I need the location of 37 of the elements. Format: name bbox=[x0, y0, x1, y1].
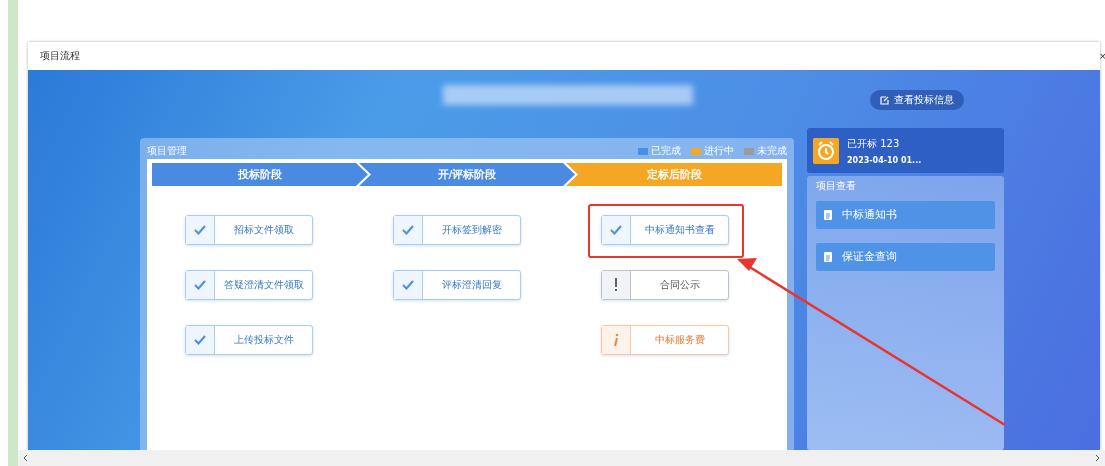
check-icon bbox=[194, 280, 206, 290]
check-icon bbox=[610, 225, 622, 235]
status-time: 2023-04-10 01... bbox=[847, 155, 922, 165]
horizontal-scrollbar[interactable] bbox=[18, 450, 1105, 466]
stage-step[interactable]: 开/评标阶段 bbox=[359, 163, 575, 186]
task-button[interactable]: 招标文件领取 bbox=[185, 215, 313, 245]
alarm-clock-icon bbox=[813, 137, 839, 164]
section-title: 项目查看 bbox=[816, 179, 857, 193]
legend-label: 未完成 bbox=[757, 144, 787, 158]
task-button[interactable]: 中标服务费 bbox=[601, 325, 729, 355]
task-button[interactable]: 中标通知书查看 bbox=[601, 215, 729, 245]
check-icon bbox=[402, 225, 414, 235]
check-icon bbox=[402, 280, 414, 290]
info-icon bbox=[613, 333, 619, 347]
task-button[interactable]: 合同公示 bbox=[601, 270, 729, 300]
legend-label: 已完成 bbox=[651, 144, 681, 158]
task-button[interactable]: 开标签到解密 bbox=[393, 215, 521, 245]
panel-title: 项目管理 bbox=[147, 144, 187, 158]
check-icon bbox=[194, 335, 206, 345]
scroll-left-icon[interactable] bbox=[23, 454, 28, 462]
document-icon bbox=[824, 252, 832, 262]
check-icon bbox=[194, 225, 206, 235]
document-icon bbox=[824, 210, 832, 220]
project-view-item[interactable]: 保证金查询 bbox=[816, 243, 995, 271]
window-title: 项目流程 bbox=[40, 49, 80, 63]
task-button[interactable]: 评标澄清回复 bbox=[393, 270, 521, 300]
close-button[interactable]: × bbox=[1099, 50, 1105, 62]
edit-icon bbox=[880, 95, 889, 105]
status-title: 已开标 123 bbox=[847, 136, 901, 151]
scroll-right-icon[interactable] bbox=[1095, 454, 1100, 462]
task-button[interactable]: 答疑澄清文件领取 bbox=[185, 270, 313, 300]
stage-step[interactable]: 投标阶段 bbox=[152, 163, 368, 186]
project-view-item[interactable]: 中标通知书 bbox=[816, 201, 995, 229]
exclamation-icon bbox=[614, 278, 618, 292]
view-bid-info-button[interactable]: 查看投标信息 bbox=[870, 90, 964, 110]
task-button[interactable]: 上传投标文件 bbox=[185, 325, 313, 355]
legend-label: 进行中 bbox=[704, 144, 734, 158]
